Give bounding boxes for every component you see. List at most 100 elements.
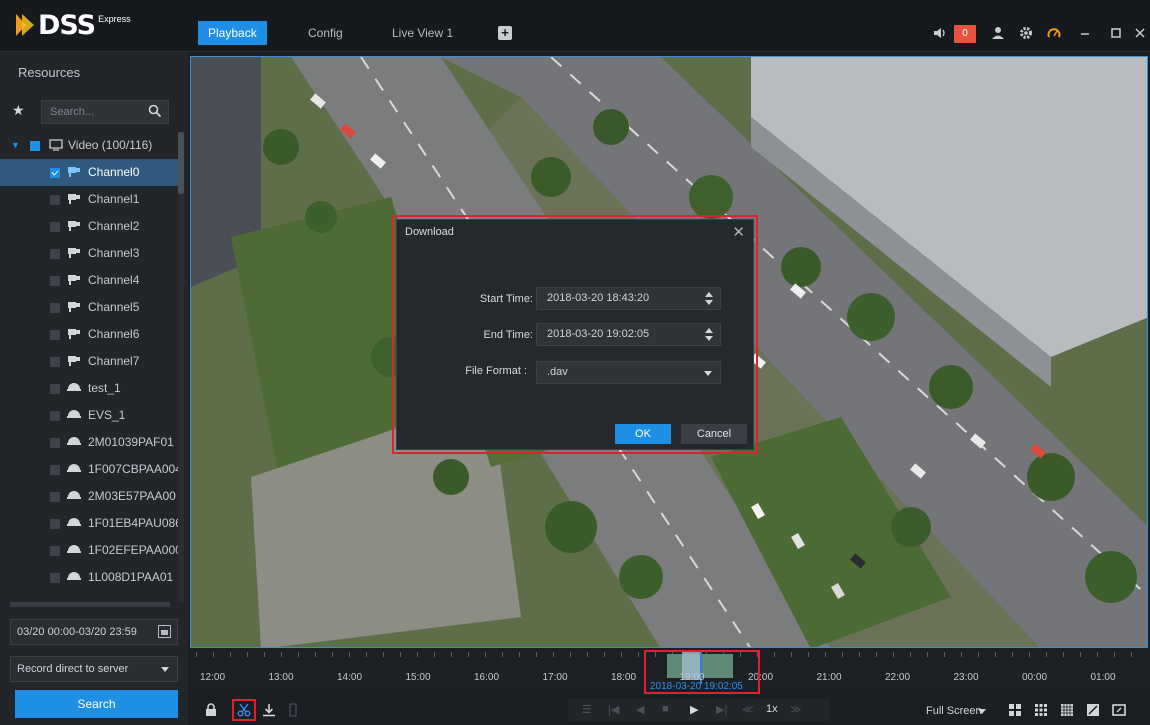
tree-item-channel[interactable]: Channel4 — [0, 267, 178, 294]
tag-icon[interactable] — [286, 703, 300, 717]
timeline-tick — [230, 652, 231, 657]
fullscreen-icon[interactable] — [1112, 703, 1126, 717]
ok-button[interactable]: OK — [615, 424, 671, 444]
camera-icon — [68, 275, 80, 285]
timeline-tick — [604, 652, 605, 657]
search-icon[interactable] — [148, 104, 162, 118]
cancel-button[interactable]: Cancel — [681, 424, 747, 444]
add-tab-icon[interactable]: + — [498, 26, 512, 40]
tree-item-channel[interactable]: 1F02EFEPAA000 — [0, 537, 178, 564]
layout-16-icon[interactable] — [1060, 703, 1074, 717]
root-checkbox[interactable] — [30, 141, 40, 151]
gear-icon[interactable] — [1012, 26, 1040, 43]
end-time-field[interactable]: 2018-03-20 19:02:05 — [536, 323, 721, 346]
slower-icon[interactable]: ≪ — [742, 703, 754, 717]
chevron-down-icon[interactable] — [161, 667, 169, 672]
date-range-field[interactable]: 03/20 00:00-03/20 23:59 — [10, 619, 178, 645]
favorite-star-icon[interactable]: ★ — [12, 102, 25, 119]
tree-item-checkbox[interactable] — [50, 357, 60, 367]
maximize-icon[interactable] — [1102, 26, 1130, 42]
tree-item-checkbox[interactable] — [50, 195, 60, 205]
tree-item-channel[interactable]: EVS_1 — [0, 402, 178, 429]
tree-item-checkbox[interactable] — [50, 573, 60, 583]
tab-live-view[interactable]: Live View 1 — [382, 21, 463, 45]
tree-item-channel[interactable]: Channel3 — [0, 240, 178, 267]
tree-item-checkbox[interactable] — [50, 465, 60, 475]
custom-layout-icon[interactable] — [1086, 703, 1100, 717]
tree-item-channel[interactable]: Channel2 — [0, 213, 178, 240]
dialog-close-icon[interactable]: ✕ — [732, 223, 745, 241]
tree-hscrollbar[interactable] — [10, 602, 170, 607]
end-time-spinner-icon[interactable] — [705, 328, 713, 341]
search-box[interactable] — [41, 100, 169, 124]
layout-9-icon[interactable] — [1034, 703, 1048, 717]
tree-item-channel[interactable]: 2M01039PAF01 — [0, 429, 178, 456]
tree-item-checkbox[interactable] — [50, 249, 60, 259]
calendar-icon[interactable] — [158, 625, 171, 638]
filter-icon[interactable]: ☰ — [582, 703, 592, 717]
search-button[interactable]: Search — [15, 690, 178, 718]
tree-item-channel[interactable]: test_1 — [0, 375, 178, 402]
record-source-select[interactable]: Record direct to server — [10, 656, 178, 682]
tree-item-channel[interactable]: 2M03E57PAA00 — [0, 483, 178, 510]
performance-icon[interactable] — [1040, 26, 1068, 43]
tree-scrollbar[interactable] — [178, 132, 184, 602]
scissors-icon[interactable] — [237, 703, 251, 717]
tree-item-channel[interactable]: 1L008D1PAA01 — [0, 564, 178, 591]
close-icon[interactable] — [1130, 26, 1150, 42]
stop-icon[interactable]: ■ — [662, 703, 669, 717]
camera-icon — [68, 221, 80, 231]
tree-item-checkbox[interactable] — [50, 222, 60, 232]
download-icon[interactable] — [262, 703, 276, 717]
volume-icon[interactable] — [926, 26, 954, 43]
tree-item-channel[interactable]: 1F007CBPAA004 — [0, 456, 178, 483]
tree-item-checkbox[interactable] — [50, 276, 60, 286]
tree-item-checkbox[interactable] — [50, 438, 60, 448]
tree-item-channel[interactable]: Channel1 — [0, 186, 178, 213]
timeline-tick — [502, 652, 503, 657]
tree-item-checkbox[interactable] — [50, 519, 60, 529]
tree-item-checkbox[interactable] — [50, 411, 60, 421]
user-icon[interactable] — [984, 26, 1012, 43]
tree-item-checkbox[interactable] — [50, 546, 60, 556]
expand-caret-icon[interactable]: ▼ — [11, 132, 20, 159]
tree-item-channel[interactable]: Channel5 — [0, 294, 178, 321]
faster-icon[interactable]: ≫ — [790, 703, 802, 717]
tree-item-checkbox[interactable] — [50, 303, 60, 313]
tree-item-checkbox[interactable] — [50, 168, 60, 178]
timeline-tick — [1097, 652, 1098, 657]
minimize-icon[interactable] — [1068, 26, 1102, 42]
tree-item-channel[interactable]: Channel7 — [0, 348, 178, 375]
tree-root-video[interactable]: ▼ Video (100/116) — [0, 132, 178, 159]
tree-item-channel[interactable]: Channel6 — [0, 321, 178, 348]
previous-frame-icon[interactable]: |◀ — [608, 703, 619, 717]
tree-root-label: Video (100/116) — [68, 138, 153, 152]
tree-item-checkbox[interactable] — [50, 330, 60, 340]
chevron-down-icon[interactable] — [978, 709, 986, 714]
dome-camera-icon — [67, 383, 81, 391]
playback-timeline[interactable]: 12:00 13:00 14:00 15:00 16:00 17:00 18:00 19:00… — [190, 650, 1150, 694]
tree-item-channel[interactable]: 1F01EB4PAU086 — [0, 510, 178, 537]
tree-scroll-thumb[interactable] — [178, 132, 184, 194]
tab-playback[interactable]: Playback — [198, 21, 267, 45]
step-back-icon[interactable]: ◀ — [636, 703, 644, 717]
tree-item-checkbox[interactable] — [50, 492, 60, 502]
timeline-tick — [451, 652, 452, 657]
tab-config[interactable]: Config — [298, 21, 353, 45]
alarm-count-badge[interactable]: 0 — [954, 25, 976, 43]
play-icon[interactable]: ▶ — [690, 703, 698, 717]
layout-4-icon[interactable] — [1008, 703, 1022, 717]
start-time-spinner-icon[interactable] — [705, 292, 713, 305]
next-frame-icon[interactable]: ▶| — [716, 703, 727, 717]
record-source-value: Record direct to server — [17, 663, 129, 675]
search-input[interactable] — [42, 101, 142, 123]
lock-icon[interactable] — [204, 703, 218, 717]
search-row: ★ — [0, 100, 188, 124]
file-format-select[interactable]: .dav — [536, 361, 721, 384]
start-time-field[interactable]: 2018-03-20 18:43:20 — [536, 287, 721, 310]
timeline-tick — [196, 652, 197, 657]
chevron-down-icon[interactable] — [704, 371, 712, 376]
tree-item-channel[interactable]: Channel0 — [0, 159, 178, 186]
dialog-title: Download — [405, 226, 454, 238]
tree-item-checkbox[interactable] — [50, 384, 60, 394]
